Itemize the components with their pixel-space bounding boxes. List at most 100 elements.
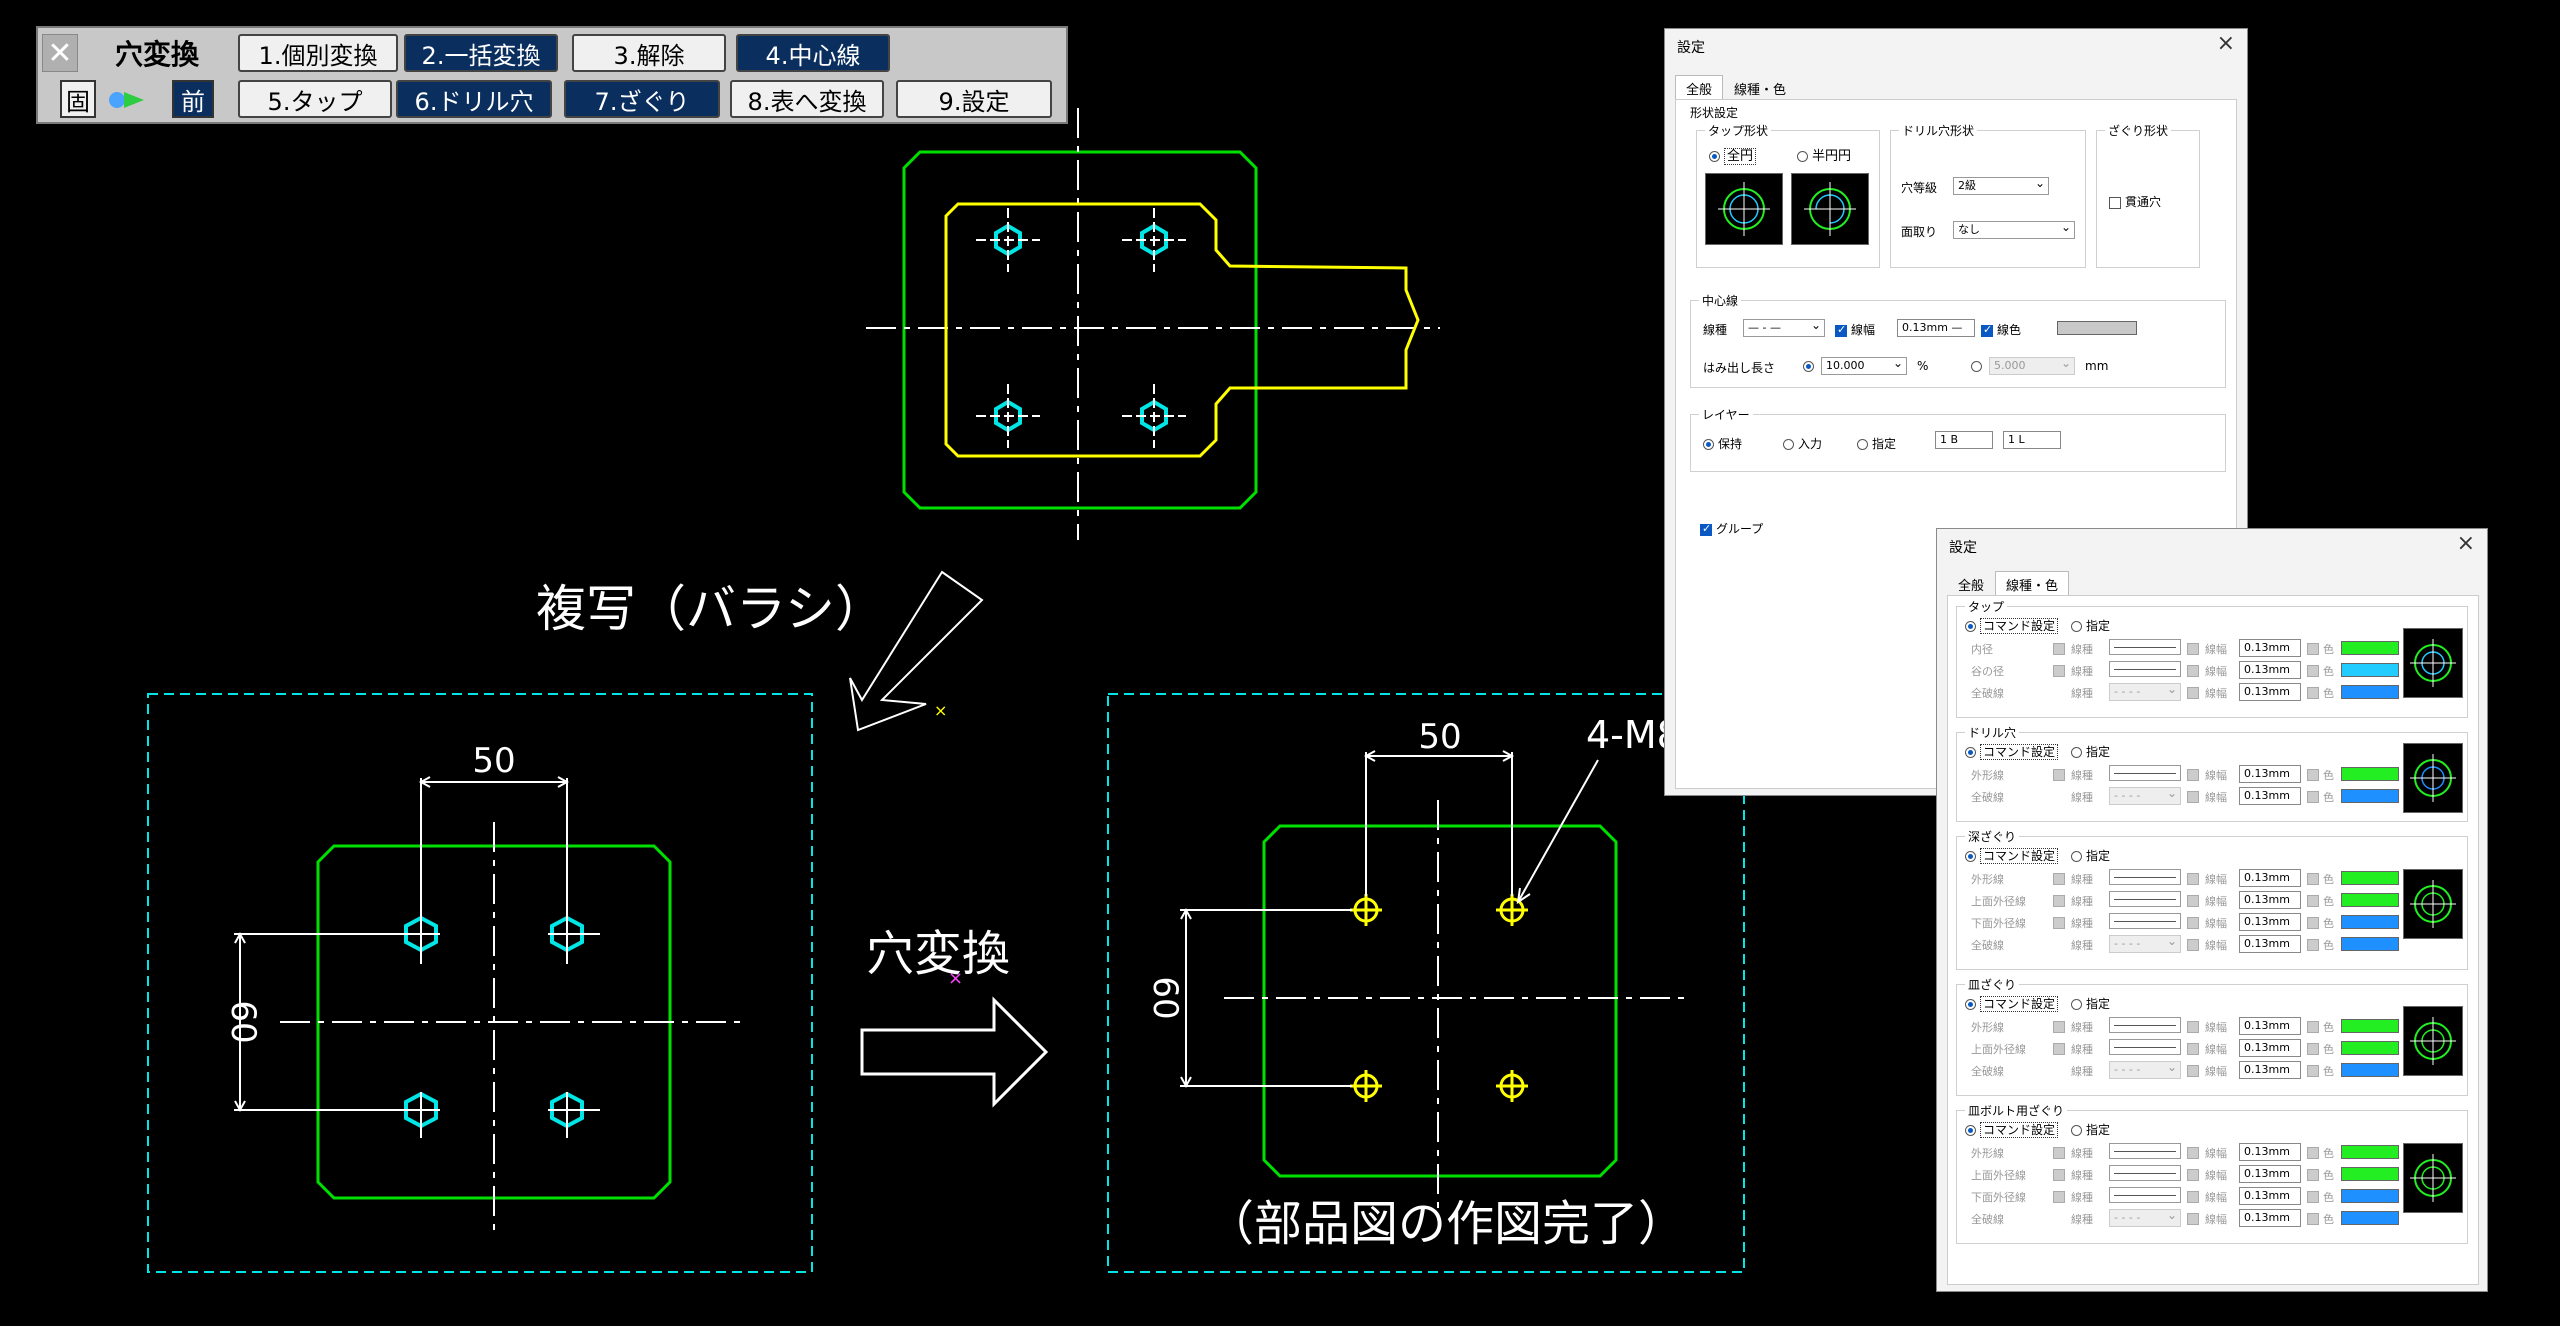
linetype-select[interactable] bbox=[2109, 765, 2181, 781]
linetype-checkbox[interactable] bbox=[2053, 872, 2065, 885]
linetype-select[interactable] bbox=[2109, 1165, 2181, 1181]
tap-half-radio[interactable]: 半円円 bbox=[1797, 145, 1851, 164]
color-checkbox[interactable] bbox=[2307, 1190, 2319, 1203]
color-checkbox[interactable] bbox=[2307, 894, 2319, 907]
color-checkbox[interactable] bbox=[2307, 916, 2319, 929]
linewidth-value[interactable]: 0.13mm bbox=[2239, 765, 2301, 783]
linewidth-value[interactable]: 0.13mm bbox=[2239, 1039, 2301, 1057]
linetype-checkbox[interactable] bbox=[2053, 664, 2065, 677]
spec-radio[interactable]: 指定 bbox=[2071, 847, 2110, 864]
layer-b-box[interactable]: 1 B bbox=[1935, 431, 1993, 449]
color-swatch[interactable] bbox=[2341, 1063, 2399, 1077]
color-swatch[interactable] bbox=[2341, 915, 2399, 929]
command-setting-radio[interactable]: コマンド設定 bbox=[1965, 1121, 2059, 1138]
color-checkbox[interactable] bbox=[2307, 642, 2319, 655]
linewidth-checkbox[interactable] bbox=[2187, 642, 2199, 655]
linewidth-value[interactable]: 0.13mm bbox=[2239, 1187, 2301, 1205]
color-checkbox[interactable] bbox=[2307, 790, 2319, 803]
spec-radio[interactable]: 指定 bbox=[2071, 1121, 2110, 1138]
color-checkbox[interactable] bbox=[2307, 686, 2319, 699]
linetype-select[interactable]: - - - - bbox=[2109, 933, 2181, 953]
command-setting-radio[interactable]: コマンド設定 bbox=[1965, 847, 2059, 864]
color-checkbox[interactable] bbox=[2307, 1042, 2319, 1055]
linewidth-value[interactable]: 0.13mm bbox=[2239, 639, 2301, 657]
color-swatch[interactable] bbox=[2341, 937, 2399, 951]
linetype-select[interactable] bbox=[2109, 661, 2181, 677]
linetype-select[interactable]: - - - - bbox=[2109, 1059, 2181, 1079]
linewidth-checkbox[interactable] bbox=[2187, 1064, 2199, 1077]
color-swatch[interactable] bbox=[2341, 789, 2399, 803]
linetype-checkbox[interactable] bbox=[2053, 768, 2065, 781]
color-checkbox[interactable] bbox=[2307, 872, 2319, 885]
tab-linetype-color[interactable]: 線種・色 bbox=[1995, 571, 2070, 595]
linetype-select[interactable]: - - - - bbox=[2109, 785, 2181, 805]
center-linecolor-checkbox[interactable]: 線色 bbox=[1981, 321, 2021, 338]
linewidth-checkbox[interactable] bbox=[2187, 768, 2199, 781]
linetype-checkbox[interactable] bbox=[2053, 1146, 2065, 1159]
color-swatch[interactable] bbox=[2341, 1211, 2399, 1225]
close-icon[interactable]: × bbox=[2457, 531, 2475, 556]
layer-spec-radio[interactable]: 指定 bbox=[1857, 435, 1896, 452]
linetype-select[interactable] bbox=[2109, 1039, 2181, 1055]
spec-radio[interactable]: 指定 bbox=[2071, 995, 2110, 1012]
hole-grade-select[interactable]: 2級 bbox=[1953, 175, 2049, 195]
linewidth-checkbox[interactable] bbox=[2187, 916, 2199, 929]
linetype-checkbox[interactable] bbox=[2053, 1020, 2065, 1033]
linetype-checkbox[interactable] bbox=[2053, 1190, 2065, 1203]
linetype-select[interactable] bbox=[2109, 891, 2181, 907]
color-swatch[interactable] bbox=[2341, 1041, 2399, 1055]
layer-keep-radio[interactable]: 保持 bbox=[1703, 435, 1742, 452]
linetype-select[interactable] bbox=[2109, 1017, 2181, 1033]
color-swatch[interactable] bbox=[2341, 893, 2399, 907]
color-swatch[interactable] bbox=[2341, 1167, 2399, 1181]
linetype-select[interactable] bbox=[2109, 639, 2181, 655]
color-swatch[interactable] bbox=[2341, 1019, 2399, 1033]
color-checkbox[interactable] bbox=[2307, 1146, 2319, 1159]
linetype-select[interactable] bbox=[2109, 1143, 2181, 1159]
center-linewidth-value[interactable]: 0.13mm — bbox=[1897, 319, 1975, 337]
close-icon[interactable]: × bbox=[2217, 31, 2235, 56]
linetype-checkbox[interactable] bbox=[2053, 1042, 2065, 1055]
color-checkbox[interactable] bbox=[2307, 938, 2319, 951]
center-linewidth-checkbox[interactable]: 線幅 bbox=[1835, 321, 1875, 338]
color-checkbox[interactable] bbox=[2307, 1020, 2319, 1033]
tap-full-radio[interactable]: 全円 bbox=[1709, 145, 1757, 165]
linewidth-checkbox[interactable] bbox=[2187, 1212, 2199, 1225]
linewidth-value[interactable]: 0.13mm bbox=[2239, 1143, 2301, 1161]
layer-input-radio[interactable]: 入力 bbox=[1783, 435, 1822, 452]
tab-general[interactable]: 全般 bbox=[1947, 571, 1995, 595]
linewidth-value[interactable]: 0.13mm bbox=[2239, 891, 2301, 909]
color-checkbox[interactable] bbox=[2307, 1064, 2319, 1077]
linewidth-value[interactable]: 0.13mm bbox=[2239, 661, 2301, 679]
linewidth-value[interactable]: 0.13mm bbox=[2239, 1061, 2301, 1079]
center-linetype-select[interactable]: — - — bbox=[1743, 317, 1825, 337]
color-checkbox[interactable] bbox=[2307, 1168, 2319, 1181]
overhang-mm-radio[interactable] bbox=[1971, 359, 1986, 374]
linewidth-checkbox[interactable] bbox=[2187, 686, 2199, 699]
linetype-select[interactable] bbox=[2109, 913, 2181, 929]
linewidth-checkbox[interactable] bbox=[2187, 894, 2199, 907]
through-hole-checkbox[interactable]: 貫通穴 bbox=[2109, 193, 2161, 210]
linewidth-value[interactable]: 0.13mm bbox=[2239, 869, 2301, 887]
linewidth-checkbox[interactable] bbox=[2187, 664, 2199, 677]
command-setting-radio[interactable]: コマンド設定 bbox=[1965, 995, 2059, 1012]
linewidth-value[interactable]: 0.13mm bbox=[2239, 683, 2301, 701]
color-swatch[interactable] bbox=[2341, 871, 2399, 885]
linewidth-checkbox[interactable] bbox=[2187, 1190, 2199, 1203]
command-setting-radio[interactable]: コマンド設定 bbox=[1965, 617, 2059, 634]
linewidth-checkbox[interactable] bbox=[2187, 938, 2199, 951]
linetype-select[interactable] bbox=[2109, 869, 2181, 885]
color-checkbox[interactable] bbox=[2307, 1212, 2319, 1225]
linetype-select[interactable]: - - - - bbox=[2109, 1207, 2181, 1227]
linewidth-value[interactable]: 0.13mm bbox=[2239, 1017, 2301, 1035]
color-swatch[interactable] bbox=[2341, 767, 2399, 781]
linewidth-value[interactable]: 0.13mm bbox=[2239, 1209, 2301, 1227]
linewidth-checkbox[interactable] bbox=[2187, 1168, 2199, 1181]
linewidth-checkbox[interactable] bbox=[2187, 1020, 2199, 1033]
linewidth-value[interactable]: 0.13mm bbox=[2239, 935, 2301, 953]
linewidth-checkbox[interactable] bbox=[2187, 790, 2199, 803]
spec-radio[interactable]: 指定 bbox=[2071, 743, 2110, 760]
linewidth-checkbox[interactable] bbox=[2187, 1146, 2199, 1159]
command-setting-radio[interactable]: コマンド設定 bbox=[1965, 743, 2059, 760]
linetype-select[interactable]: - - - - bbox=[2109, 681, 2181, 701]
